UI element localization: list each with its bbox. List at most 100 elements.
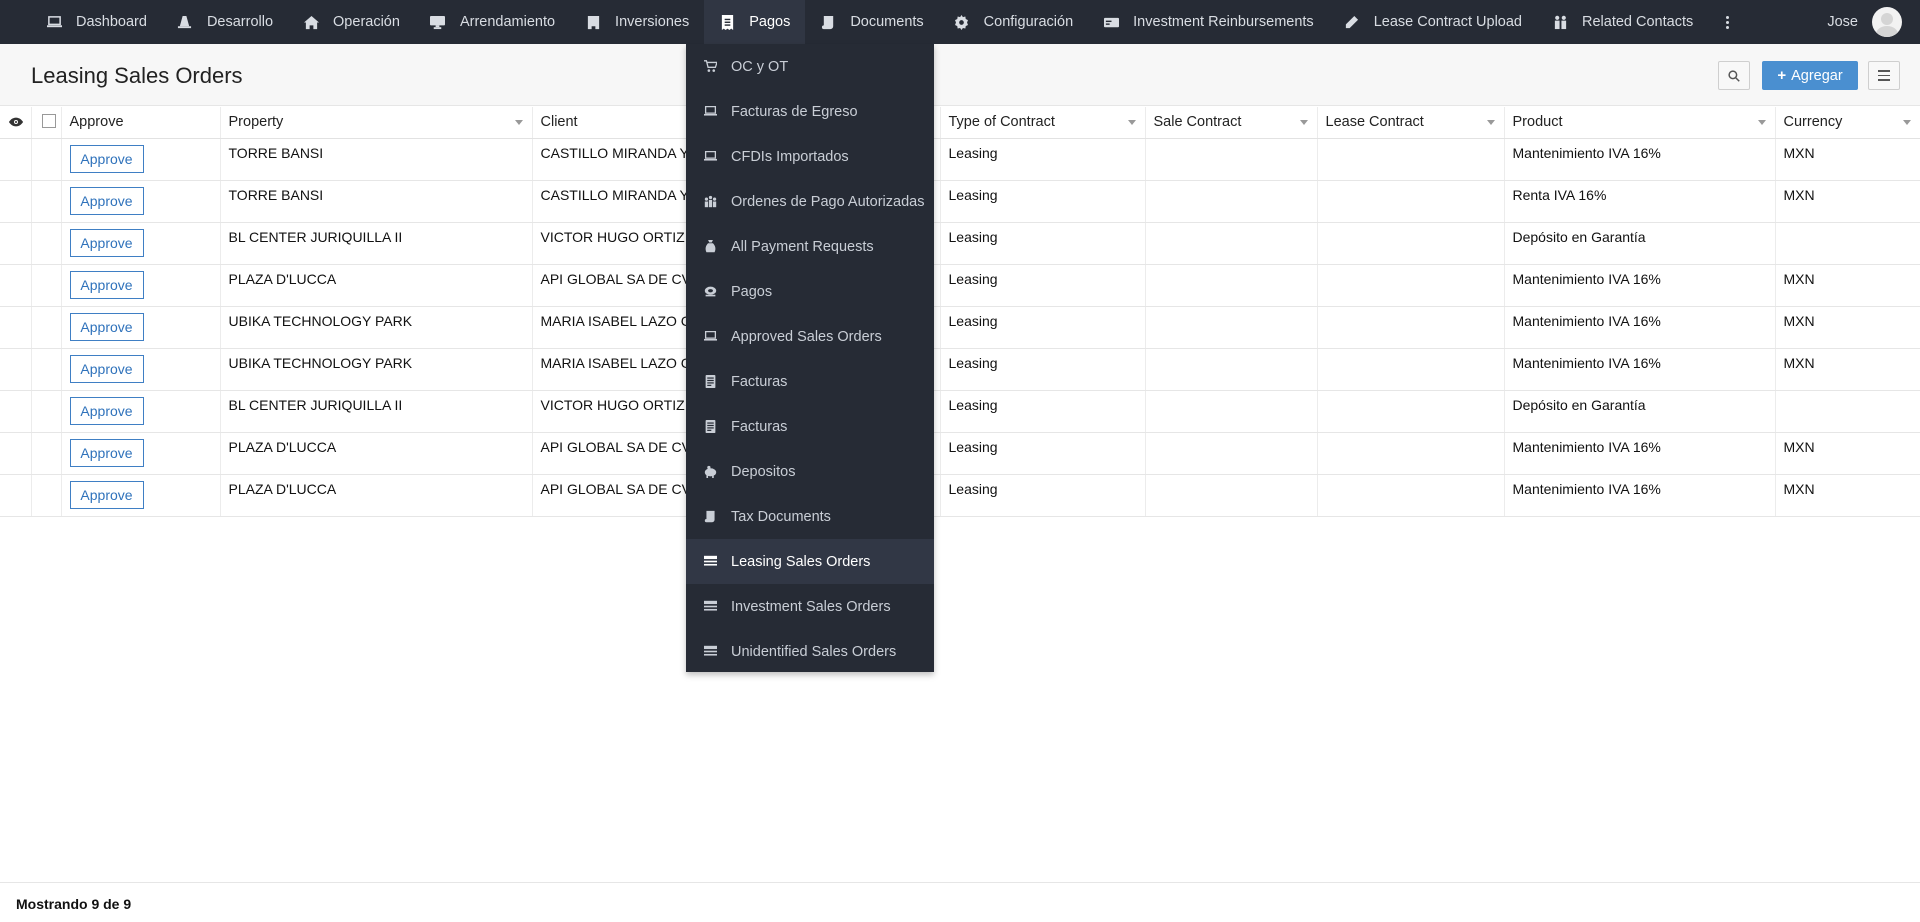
row-select-cell bbox=[31, 390, 62, 433]
column-header-product[interactable]: Product bbox=[1504, 107, 1776, 139]
column-header-approve: Approve bbox=[61, 107, 221, 139]
list-icon bbox=[703, 645, 717, 659]
menu-approved-sales-orders[interactable]: Approved Sales Orders bbox=[686, 314, 934, 359]
nav-investment-reinbursements[interactable]: Investment Reinbursements bbox=[1088, 0, 1329, 44]
table-row[interactable]: Approve PLAZA D'LUCCA API GLOBAL SA DE CV L… bbox=[0, 264, 1920, 307]
approve-button[interactable]: Approve bbox=[69, 480, 144, 509]
row-eye-cell bbox=[0, 390, 32, 433]
cell-lease bbox=[1317, 180, 1505, 223]
row-select-cell bbox=[31, 306, 62, 349]
menu-facturas-1[interactable]: Facturas bbox=[686, 359, 934, 404]
balance-icon bbox=[703, 195, 717, 209]
select-all-checkbox[interactable] bbox=[41, 114, 56, 129]
menu-item-label: Facturas de Egreso bbox=[731, 103, 858, 120]
cell-sale bbox=[1145, 390, 1318, 433]
approve-button[interactable]: Approve bbox=[69, 396, 144, 425]
user-menu[interactable]: Jose bbox=[1827, 0, 1902, 44]
table-row[interactable]: Approve TORRE BANSI CASTILLO MIRANDA Y Leas… bbox=[0, 138, 1920, 181]
menu-ordenes-de-pago-autorizadas[interactable]: Ordenes de Pago Autorizadas bbox=[686, 179, 934, 224]
menu-facturas-2[interactable]: Facturas bbox=[686, 404, 934, 449]
nav-lease-contract-upload[interactable]: Lease Contract Upload bbox=[1329, 0, 1537, 44]
sort-caret-icon[interactable] bbox=[1299, 120, 1308, 125]
menu-leasing-sales-orders[interactable]: Leasing Sales Orders bbox=[686, 539, 934, 584]
nav-item-label: Inversiones bbox=[615, 14, 690, 30]
table-row[interactable]: Approve TORRE BANSI CASTILLO MIRANDA Y Leas… bbox=[0, 180, 1920, 223]
cell-product: Mantenimiento IVA 16% bbox=[1504, 348, 1776, 391]
column-header-label: Currency bbox=[1783, 114, 1843, 131]
more-options-icon[interactable] bbox=[1712, 0, 1742, 44]
nav-item-label: Dashboard bbox=[76, 14, 147, 30]
cell-product: Mantenimiento IVA 16% bbox=[1504, 432, 1776, 475]
column-header-type[interactable]: Type of Contract bbox=[940, 107, 1146, 139]
sort-caret-icon[interactable] bbox=[1127, 120, 1136, 125]
sort-caret-icon[interactable] bbox=[1757, 120, 1766, 125]
menu-depositos[interactable]: Depositos bbox=[686, 449, 934, 494]
menu-investment-sales-orders[interactable]: Investment Sales Orders bbox=[686, 584, 934, 629]
table-row[interactable]: Approve UBIKA TECHNOLOGY PARK MARIA ISABEL… bbox=[0, 306, 1920, 349]
column-header-sale[interactable]: Sale Contract bbox=[1145, 107, 1318, 139]
cell-product: Renta IVA 16% bbox=[1504, 180, 1776, 223]
menu-oc-y-ot[interactable]: OC y OT bbox=[686, 44, 934, 89]
add-button-label: Agregar bbox=[1791, 67, 1843, 84]
sort-caret-icon[interactable] bbox=[514, 120, 523, 125]
cell-type: Leasing bbox=[940, 138, 1146, 181]
home-icon bbox=[302, 13, 320, 31]
cell-sale bbox=[1145, 222, 1318, 265]
nav-arrendamiento[interactable]: Arrendamiento bbox=[415, 0, 570, 44]
cell-property: UBIKA TECHNOLOGY PARK bbox=[220, 348, 533, 391]
menu-item-label: OC y OT bbox=[731, 58, 789, 75]
top-navbar: Dashboard Desarrollo Operación Arrendamient… bbox=[0, 0, 1920, 44]
page-title: Leasing Sales Orders bbox=[31, 63, 243, 88]
cell-currency: MXN bbox=[1775, 306, 1920, 349]
approve-button[interactable]: Approve bbox=[69, 438, 144, 467]
nav-inversiones[interactable]: Inversiones bbox=[570, 0, 704, 44]
approve-button[interactable]: Approve bbox=[69, 228, 144, 257]
table-row[interactable]: Approve BL CENTER JURIQUILLA II VICTOR HUG… bbox=[0, 222, 1920, 265]
column-visibility-toggle[interactable] bbox=[0, 107, 32, 139]
table-row[interactable]: Approve PLAZA D'LUCCA API GLOBAL SA DE CV L… bbox=[0, 432, 1920, 475]
nav-configuracion[interactable]: Configuración bbox=[939, 0, 1088, 44]
money-bag-icon bbox=[703, 240, 717, 254]
table-row[interactable]: Approve UBIKA TECHNOLOGY PARK MARIA ISABEL… bbox=[0, 348, 1920, 391]
menu-item-label: Pagos bbox=[731, 283, 773, 300]
nav-dashboard[interactable]: Dashboard bbox=[31, 0, 162, 44]
menu-all-payment-requests[interactable]: All Payment Requests bbox=[686, 224, 934, 269]
cell-type: Leasing bbox=[940, 306, 1146, 349]
menu-cfdis-importados[interactable]: CFDIs Importados bbox=[686, 134, 934, 179]
approve-button[interactable]: Approve bbox=[69, 270, 144, 299]
nav-desarrollo[interactable]: Desarrollo bbox=[162, 0, 288, 44]
sort-caret-icon[interactable] bbox=[1486, 120, 1495, 125]
nav-pagos[interactable]: Pagos bbox=[704, 0, 806, 44]
cell-type: Leasing bbox=[940, 348, 1146, 391]
approve-button[interactable]: Approve bbox=[69, 186, 144, 215]
nav-related-contacts[interactable]: Related Contacts bbox=[1537, 0, 1708, 44]
table-row[interactable]: Approve BL CENTER JURIQUILLA II VICTOR HUG… bbox=[0, 390, 1920, 433]
menu-item-label: Ordenes de Pago Autorizadas bbox=[731, 193, 925, 210]
row-eye-cell bbox=[0, 306, 32, 349]
row-eye-cell bbox=[0, 264, 32, 307]
table-row[interactable]: Approve PLAZA D'LUCCA API GLOBAL SA DE CV L… bbox=[0, 474, 1920, 517]
column-header-lease[interactable]: Lease Contract bbox=[1317, 107, 1505, 139]
cell-property: BL CENTER JURIQUILLA II bbox=[220, 222, 533, 265]
menu-unidentified-sales-orders[interactable]: Unidentified Sales Orders bbox=[686, 629, 934, 674]
approve-button[interactable]: Approve bbox=[69, 312, 144, 341]
menu-tax-documents[interactable]: Tax Documents bbox=[686, 494, 934, 539]
row-select-cell bbox=[31, 432, 62, 475]
row-select-cell bbox=[31, 180, 62, 223]
menu-pagos[interactable]: Pagos bbox=[686, 269, 934, 314]
nav-documents[interactable]: Documents bbox=[805, 0, 938, 44]
add-button[interactable]: + Agregar bbox=[1762, 61, 1858, 90]
list-options-button[interactable] bbox=[1868, 61, 1900, 90]
cell-lease bbox=[1317, 348, 1505, 391]
column-header-property[interactable]: Property bbox=[220, 107, 533, 139]
column-header-currency[interactable]: Currency bbox=[1775, 107, 1920, 139]
sort-caret-icon[interactable] bbox=[1902, 120, 1911, 125]
approve-button[interactable]: Approve bbox=[69, 354, 144, 383]
cell-property: PLAZA D'LUCCA bbox=[220, 474, 533, 517]
avatar[interactable] bbox=[1872, 7, 1902, 37]
menu-facturas-de-egreso[interactable]: Facturas de Egreso bbox=[686, 89, 934, 134]
receipt-icon bbox=[718, 13, 736, 31]
search-button[interactable] bbox=[1718, 61, 1750, 90]
approve-button[interactable]: Approve bbox=[69, 144, 144, 173]
nav-operacion[interactable]: Operación bbox=[288, 0, 415, 44]
